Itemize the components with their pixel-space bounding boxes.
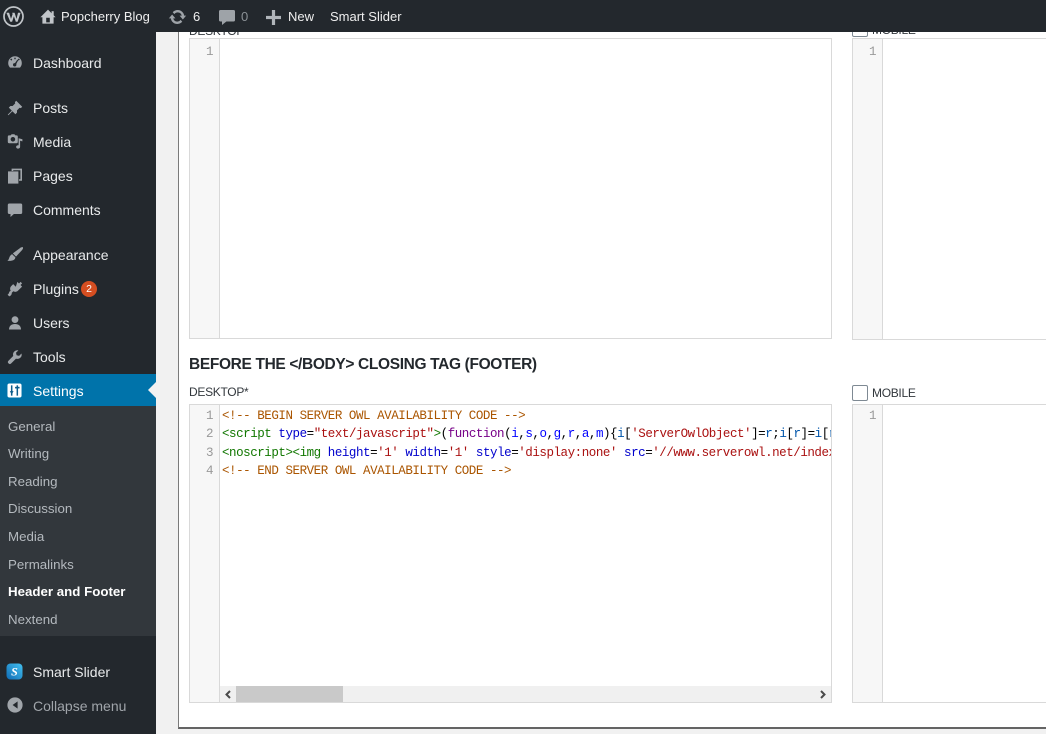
svg-text:S: S (11, 665, 18, 679)
